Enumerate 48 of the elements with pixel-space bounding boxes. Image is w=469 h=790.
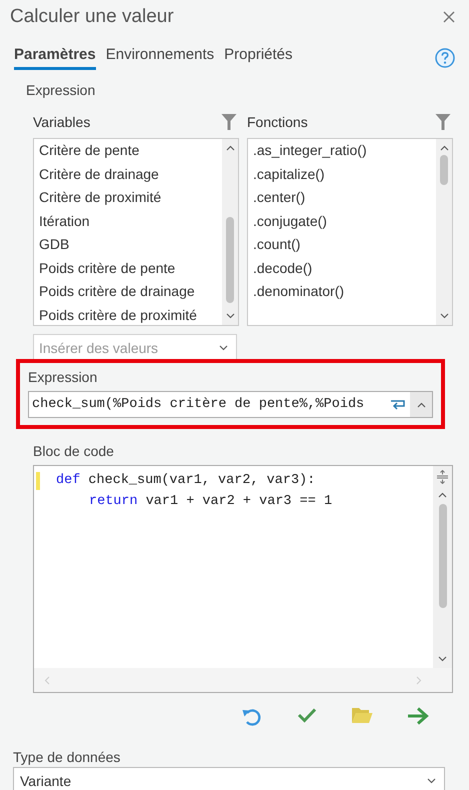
list-item[interactable]: GDB (39, 233, 222, 256)
help-icon[interactable] (435, 48, 455, 68)
code-editor[interactable]: def check_sum(var1, var2, var3): return var1 + var2 + var3 == 1 (33, 465, 453, 693)
tab[interactable]: Propriétés (224, 46, 293, 70)
window-title: Calculer une valeur (10, 6, 174, 28)
list-item[interactable]: Critère de pente (39, 139, 222, 162)
column-title: Variables (33, 114, 90, 130)
code-line: return var1 + var2 + var3 == 1 (89, 494, 332, 509)
code-line: def check_sum(var1, var2, var3): (56, 473, 316, 488)
chevron-down-icon[interactable] (427, 778, 436, 784)
scroll-up-icon[interactable] (440, 145, 448, 151)
list-item[interactable]: .conjugate() (253, 210, 436, 233)
code-block-label: Bloc de code (33, 443, 115, 459)
list-item[interactable]: .as_integer_ratio() (253, 139, 436, 162)
scroll-thumb[interactable] (438, 504, 446, 608)
list-item[interactable]: Poids critère de proximité (39, 304, 222, 325)
list-item[interactable]: Poids critère de pente (39, 256, 222, 280)
split-icon[interactable] (436, 470, 449, 484)
tab[interactable]: Paramètres (14, 46, 96, 70)
scroll-thumb[interactable] (226, 217, 234, 303)
list-item[interactable]: .capitalize() (253, 162, 436, 186)
arrow-right-icon[interactable] (407, 707, 429, 727)
expression-field[interactable]: check_sum(%Poids critère de pente%,%Poids (28, 391, 433, 418)
filter-icon[interactable] (435, 113, 451, 131)
list-item[interactable]: Poids critère de drainage (39, 280, 222, 304)
undo-icon[interactable] (241, 707, 263, 727)
list-item[interactable]: .center() (253, 186, 436, 210)
expression-label: Expression (28, 369, 98, 385)
scroll-down-icon[interactable] (226, 313, 234, 319)
expand-icon[interactable] (416, 402, 426, 408)
scroll-down-icon[interactable] (440, 313, 448, 319)
scroll-up-icon[interactable] (438, 492, 447, 498)
tab[interactable]: Environnements (106, 46, 214, 70)
list-item[interactable]: .count() (253, 233, 436, 256)
column-title: Fonctions (247, 114, 308, 130)
scroll-down-icon[interactable] (438, 656, 447, 662)
data-type-label: Type de données (13, 749, 122, 765)
list-item[interactable]: Critère de proximité (39, 186, 222, 210)
list-item[interactable]: Critère de drainage (39, 162, 222, 186)
list-item[interactable]: .decode() (253, 256, 436, 280)
close-icon[interactable] (443, 11, 455, 23)
data-type-dropdown[interactable]: Variante (13, 767, 445, 790)
list-item[interactable]: .denominator() (253, 280, 436, 304)
filter-icon[interactable] (221, 113, 237, 131)
section-title: Expression (26, 82, 96, 98)
scroll-thumb[interactable] (440, 155, 448, 185)
scroll-up-icon[interactable] (226, 145, 234, 151)
list-item[interactable]: Itération (39, 210, 222, 233)
